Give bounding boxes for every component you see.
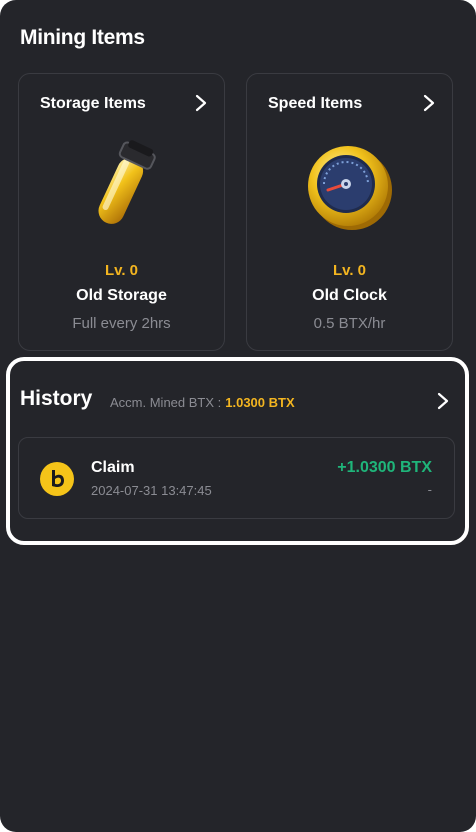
- history-row-sub: -: [427, 482, 432, 497]
- speed-items-card[interactable]: Speed Items Lv. 0 Old Clock 0.5 BTX/hr: [246, 73, 453, 351]
- speed-item-desc: 0.5 BTX/hr: [313, 315, 386, 332]
- btx-coin-icon: [40, 462, 74, 496]
- history-title: History: [20, 387, 93, 410]
- accumulated-value: 1.0300 BTX: [225, 395, 295, 410]
- history-row-time: 2024-07-31 13:47:45: [91, 483, 212, 498]
- accumulated-mined: Accm. Mined BTX :1.0300 BTX: [110, 395, 295, 410]
- speed-level: Lv. 0: [332, 262, 367, 279]
- speed-item-name: Old Clock: [312, 287, 387, 304]
- storage-items-card[interactable]: Storage Items Lv. 0 Old Storage Full eve…: [18, 73, 225, 351]
- history-row-amount: +1.0300 BTX: [337, 459, 432, 476]
- mining-panel: Mining Items Storage Items Lv. 0 Old Sto…: [0, 0, 476, 832]
- chevron-right-icon[interactable]: [422, 94, 436, 112]
- storage-items-title: Storage Items: [40, 95, 146, 112]
- mining-items-title: Mining Items: [20, 26, 145, 49]
- storage-level: Lv. 0: [104, 262, 139, 279]
- storage-vial-icon: [97, 140, 156, 224]
- speed-gauge-icon: [307, 146, 392, 230]
- storage-item-name: Old Storage: [76, 287, 167, 304]
- history-row[interactable]: Claim 2024-07-31 13:47:45 +1.0300 BTX -: [18, 437, 455, 519]
- chevron-right-icon[interactable]: [436, 392, 450, 410]
- accumulated-label: Accm. Mined BTX :: [110, 395, 222, 410]
- history-row-label: Claim: [91, 459, 135, 476]
- storage-item-desc: Full every 2hrs: [72, 315, 171, 332]
- chevron-right-icon[interactable]: [194, 94, 208, 112]
- speed-items-title: Speed Items: [268, 95, 363, 112]
